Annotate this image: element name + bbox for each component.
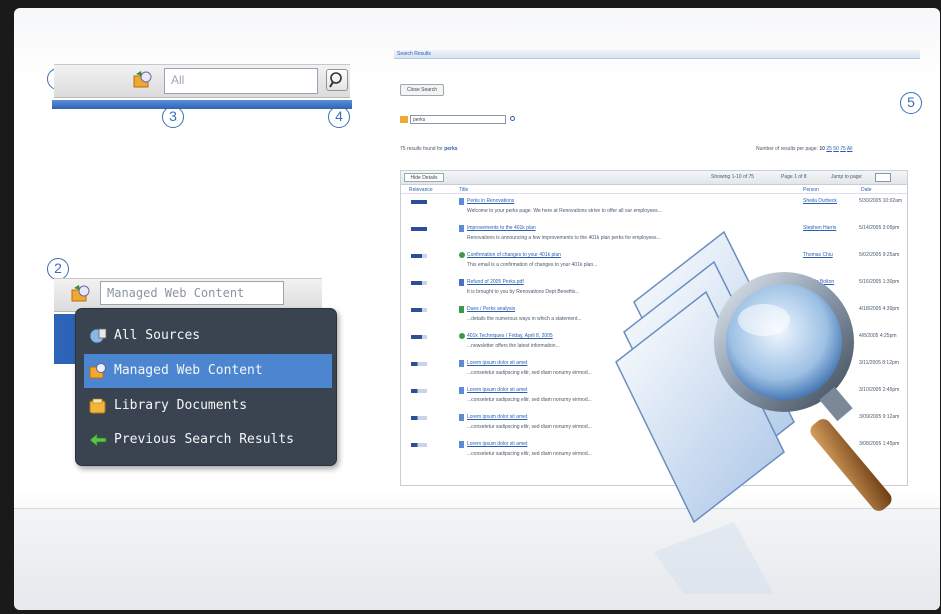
relevance-bar	[411, 362, 427, 366]
jump-to-page-input[interactable]	[875, 173, 891, 182]
globe-icon	[89, 328, 107, 344]
results-summary: 75 results found for perks	[400, 146, 458, 152]
paging-status: Showing 1-10 of 75	[711, 174, 755, 180]
document-icon	[459, 198, 464, 205]
results-toolbar: Hide Details Showing 1-10 of 75 Page 1 o…	[401, 171, 907, 185]
scope-search-input[interactable]: All	[164, 68, 318, 94]
result-title-link[interactable]: 401k Techniques / Friday, April 8, 2005	[467, 333, 553, 339]
per-page-option[interactable]: 50	[833, 146, 839, 152]
result-title-link[interactable]: Perks in Renovations	[467, 198, 514, 204]
results-title-bar: Search Results	[394, 50, 920, 59]
menu-item-all-sources[interactable]: All Sources	[84, 319, 332, 353]
document-icon	[459, 441, 464, 448]
menu-item-label: Previous Search Results	[114, 432, 295, 447]
per-page-option[interactable]: 75	[840, 146, 846, 152]
web-content-icon	[89, 363, 106, 379]
result-title-link[interactable]: Confirmation of changes to your 401k pla…	[467, 252, 561, 258]
scope-icon[interactable]	[132, 70, 154, 90]
email-icon	[459, 252, 465, 258]
per-page-label: Number of results per page:	[756, 146, 818, 152]
magnifying-glass-over-documents-icon	[615, 230, 892, 594]
result-title-link[interactable]: Lorem ipsum dolor sit amet	[467, 387, 527, 393]
back-arrow-icon	[89, 433, 107, 447]
col-relevance[interactable]: Relevance	[409, 187, 433, 193]
jump-to-page-label: Jump to page:	[831, 174, 863, 180]
document-icon	[459, 360, 464, 367]
result-title-link[interactable]: Dues / Perks analysis	[467, 306, 515, 312]
relevance-bar	[411, 389, 427, 393]
per-page-option[interactable]: 10	[819, 146, 825, 152]
callout-4: 4	[328, 106, 350, 128]
result-snippet: Welcome to your perks page. We here at R…	[467, 208, 662, 214]
results-count: 75 results found for	[400, 146, 443, 152]
results-header: Relevance Title Person Date	[401, 186, 907, 194]
magnifier-icon	[329, 72, 342, 88]
result-title-link[interactable]: Lorem ipsum dolor sit amet	[467, 360, 527, 366]
email-icon	[459, 333, 465, 339]
relevance-bar	[411, 443, 427, 447]
relevance-bar	[411, 308, 427, 312]
document-icon	[459, 387, 464, 394]
result-person[interactable]: Sheila Durbeck	[803, 198, 837, 204]
scope-picker-input[interactable]: Managed Web Content	[100, 281, 284, 305]
result-title-link[interactable]: Lorem ipsum dolor sit amet	[467, 414, 527, 420]
document-icon	[459, 225, 464, 232]
relevance-bar	[411, 200, 427, 204]
search-button[interactable]	[326, 69, 348, 91]
results-query-bar: perks	[400, 115, 515, 125]
col-title[interactable]: Title	[459, 187, 468, 193]
menu-item-managed-web-content[interactable]: Managed Web Content	[84, 354, 332, 388]
per-page-control: Number of results per page: 10 25 50 75 …	[756, 146, 852, 152]
results-search-icon[interactable]	[510, 116, 515, 121]
results-summary-query: perks	[444, 146, 458, 152]
search-progress-bar	[52, 100, 352, 109]
relevance-bar	[411, 281, 427, 285]
relevance-bar	[411, 416, 427, 420]
menu-item-label: All Sources	[114, 328, 201, 343]
menu-item-library-documents[interactable]: Library Documents	[84, 389, 332, 423]
per-page-option[interactable]: 25	[826, 146, 832, 152]
result-title-link[interactable]: Lorem ipsum dolor sit amet	[467, 441, 527, 447]
relevance-bar	[411, 335, 427, 339]
result-date: 5/30/2005 10:02am	[859, 198, 903, 204]
results-query-input[interactable]: perks	[410, 115, 506, 124]
hide-details-button[interactable]: Hide Details	[404, 173, 444, 182]
callout-3: 3	[162, 106, 184, 128]
document-icon	[459, 414, 464, 421]
pdf-icon	[459, 279, 464, 286]
scope-picker-icon[interactable]	[70, 284, 92, 304]
result-title-link[interactable]: Refund of 2005 Perks.pdf	[467, 279, 524, 285]
scope-icon-small	[400, 116, 408, 123]
col-person[interactable]: Person	[803, 187, 819, 193]
result-title-link[interactable]: Improvements to the 401k plan	[467, 225, 536, 231]
menu-item-previous-search-results[interactable]: Previous Search Results	[84, 423, 332, 457]
table-row[interactable]: Perks in Renovations Welcome to your perk…	[401, 197, 907, 224]
spreadsheet-icon	[459, 306, 464, 313]
col-date[interactable]: Date	[861, 187, 872, 193]
menu-item-label: Managed Web Content	[114, 363, 263, 378]
per-page-option[interactable]: All	[847, 146, 853, 152]
scope-dropdown-menu: All Sources Managed Web Content Library …	[75, 308, 337, 466]
relevance-bar	[411, 227, 427, 231]
library-icon	[89, 398, 106, 414]
callout-2: 2	[47, 258, 69, 280]
page-of-status: Page 1 of 8	[781, 174, 807, 180]
relevance-bar	[411, 254, 427, 258]
close-search-button[interactable]: Close Search	[400, 84, 444, 96]
menu-item-label: Library Documents	[114, 398, 248, 413]
screenshot-frame: 1 2 3 4 5 All Managed Web Content All So…	[14, 8, 940, 610]
results-title: Search Results	[397, 51, 431, 57]
